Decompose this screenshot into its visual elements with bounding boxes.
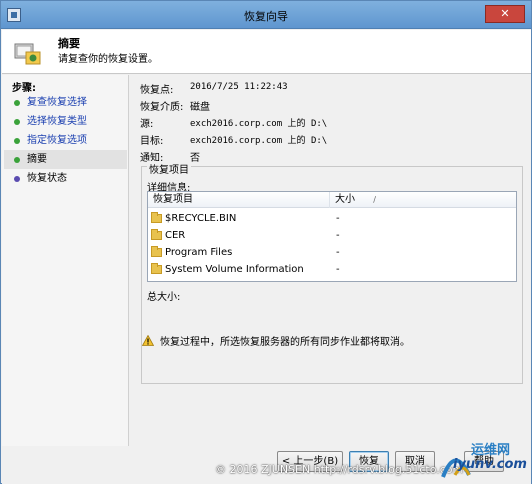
column-header-size[interactable]: 大小 ∕ <box>330 192 516 208</box>
wizard-header: 摘要 请复查你的恢复设置。 <box>2 30 531 74</box>
steps-pane: 步骤: 复查恢复选择 选择恢复类型 指定恢复选项 摘要 恢复状态 <box>2 75 129 483</box>
media-label: 恢复介质: <box>140 102 184 113</box>
step-recovery-options[interactable]: 指定恢复选项 <box>4 131 127 150</box>
step-recovery-type[interactable]: 选择恢复类型 <box>4 112 127 131</box>
column-header-item[interactable]: 恢复项目 <box>148 192 330 208</box>
summary-pane: 恢复点: 2016/7/25 11:22:43 恢复介质: 磁盘 源: exch… <box>130 75 531 483</box>
source-value: exch2016.corp.com 上的 D:\ <box>190 119 328 129</box>
item-size: - <box>336 213 340 224</box>
steps-heading: 步骤: <box>12 83 36 94</box>
list-item[interactable]: System Volume Information - <box>148 261 516 278</box>
item-name: CER <box>165 230 186 241</box>
step-label: 恢复状态 <box>27 173 67 184</box>
item-size: - <box>336 264 340 275</box>
notify-value: 否 <box>190 153 200 164</box>
step-recovery-status: 恢复状态 <box>4 169 127 188</box>
step-label: 复查恢复选择 <box>27 97 87 108</box>
completed-step-icon <box>14 138 20 144</box>
item-size: - <box>336 230 340 241</box>
completed-step-icon <box>14 119 20 125</box>
list-item[interactable]: CER - <box>148 227 516 244</box>
recovery-point-label: 恢复点: <box>140 85 174 96</box>
site-brand-name: 运维网 <box>471 443 511 458</box>
total-size-label: 总大小: <box>147 292 181 303</box>
folder-icon <box>151 212 162 223</box>
item-size: - <box>336 247 340 258</box>
current-step-icon <box>14 157 20 163</box>
recovery-summary-icon <box>14 43 41 65</box>
list-item[interactable]: Program Files - <box>148 244 516 261</box>
recovery-items-list[interactable]: 恢复项目 大小 ∕ $RECYCLE.BIN - CER - Program F… <box>147 191 517 282</box>
folder-icon <box>151 229 162 240</box>
page-title: 摘要 <box>58 37 80 50</box>
target-value: exch2016.corp.com 上的 D:\ <box>190 136 328 146</box>
item-name: $RECYCLE.BIN <box>165 213 237 224</box>
list-item[interactable]: $RECYCLE.BIN - <box>148 210 516 227</box>
target-label: 目标: <box>140 136 164 147</box>
copyright-watermark: © 2016 ZJUNSEN http://rdsrv.blog.51cto.c… <box>215 463 464 476</box>
item-name: System Volume Information <box>165 264 304 275</box>
page-subtitle: 请复查你的恢复设置。 <box>58 54 158 65</box>
completed-step-icon <box>14 100 20 106</box>
sort-icon: ∕ <box>373 195 376 204</box>
list-header: 恢复项目 大小 ∕ <box>148 192 516 208</box>
source-label: 源: <box>140 119 154 130</box>
warning-text: 恢复过程中，所选恢复服务器的所有同步作业都将取消。 <box>160 337 410 348</box>
step-review-selection[interactable]: 复查恢复选择 <box>4 93 127 112</box>
warning-icon <box>142 335 154 346</box>
site-brand-url: iyunv.com <box>453 457 527 472</box>
step-summary[interactable]: 摘要 <box>4 150 127 169</box>
media-value: 磁盘 <box>190 102 210 113</box>
close-button[interactable]: ✕ <box>485 5 525 23</box>
pending-step-icon <box>14 176 20 182</box>
recovery-items-group: 恢复项目 详细信息: 恢复项目 大小 ∕ $RECYCLE.BIN - CER … <box>141 161 523 384</box>
window-title: 恢复向导 <box>244 10 288 23</box>
folder-icon <box>151 246 162 257</box>
group-title: 恢复项目 <box>147 161 191 176</box>
step-label: 指定恢复选项 <box>27 135 87 146</box>
item-name: Program Files <box>165 247 233 258</box>
title-bar[interactable]: 恢复向导 ✕ <box>1 1 531 29</box>
recovery-wizard-window: 恢复向导 ✕ 摘要 请复查你的恢复设置。 步骤: 复查恢复选择 选择恢复类型 指… <box>0 0 532 484</box>
step-label: 选择恢复类型 <box>27 116 87 127</box>
column-header-size-label: 大小 <box>335 194 355 205</box>
folder-icon <box>151 263 162 274</box>
step-label: 摘要 <box>27 154 47 165</box>
recovery-point-value: 2016/7/25 11:22:43 <box>190 82 288 92</box>
